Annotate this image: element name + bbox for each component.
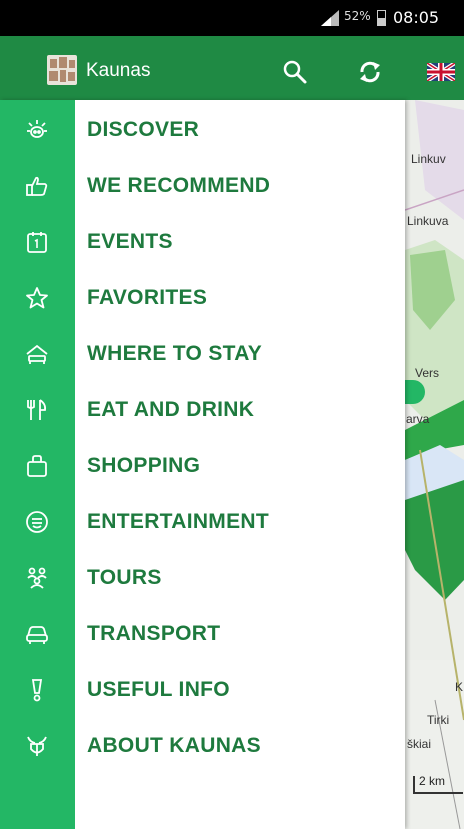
menu-item-discover[interactable]: DISCOVER	[0, 102, 405, 158]
coat-of-arms-icon	[22, 731, 52, 761]
menu-item-tours[interactable]: TOURS	[0, 550, 405, 606]
menu-label: SHOPPING	[87, 454, 201, 477]
thumbs-up-icon	[22, 171, 52, 201]
map-label: K	[455, 680, 464, 694]
menu-label: EVENTS	[87, 230, 173, 253]
menu-label: ENTERTAINMENT	[87, 510, 269, 533]
map-label: arva	[406, 412, 430, 426]
menu-label: TOURS	[87, 566, 162, 589]
battery-percentage: 52%	[344, 9, 371, 23]
menu-label: DISCOVER	[87, 118, 200, 141]
menu-label: FAVORITES	[87, 286, 208, 309]
map-label: Linkuv	[411, 152, 446, 166]
clock: 08:05	[393, 8, 440, 27]
info-icon	[22, 675, 52, 705]
map-label: Vers	[415, 366, 440, 380]
map-view[interactable]: Linkuv Linkuva Vers arva K Tirki škiai 2…	[405, 100, 464, 829]
map-scale-bar: 2 km	[413, 774, 463, 794]
menu-label: ABOUT KAUNAS	[87, 734, 261, 757]
sync-button[interactable]	[354, 56, 386, 88]
status-bar: 52% 08:05	[0, 0, 464, 36]
map-scale-label: 2 km	[419, 774, 446, 788]
shopping-bag-icon	[22, 451, 52, 481]
refresh-icon	[360, 61, 380, 83]
menu-item-transport[interactable]: TRANSPORT	[0, 606, 405, 662]
map-label: škiai	[407, 737, 432, 751]
map-label: Linkuva	[407, 214, 449, 228]
navigation-drawer: DISCOVER WE RECOMMEND EVENTS FAVORITES W…	[0, 100, 405, 829]
menu-item-about-kaunas[interactable]: ABOUT KAUNAS	[0, 718, 405, 774]
menu-item-shopping[interactable]: SHOPPING	[0, 438, 405, 494]
menu-label: USEFUL INFO	[87, 678, 230, 701]
discover-icon	[22, 115, 52, 145]
app-logo[interactable]	[47, 55, 77, 85]
menu-label: EAT AND DRINK	[87, 398, 255, 421]
bed-icon	[22, 339, 52, 369]
car-icon	[22, 619, 52, 649]
fork-knife-icon	[22, 395, 52, 425]
map-label: Tirki	[427, 713, 450, 727]
battery-icon	[377, 10, 386, 26]
menu-label: TRANSPORT	[87, 622, 221, 645]
smiley-icon	[22, 507, 52, 537]
menu-item-events[interactable]: EVENTS	[0, 214, 405, 270]
menu-item-eat-and-drink[interactable]: EAT AND DRINK	[0, 382, 405, 438]
signal-icon	[321, 10, 339, 26]
menu-item-useful-info[interactable]: USEFUL INFO	[0, 662, 405, 718]
people-icon	[22, 563, 52, 593]
search-button[interactable]	[279, 56, 311, 88]
search-icon	[283, 60, 307, 84]
calendar-icon	[22, 227, 52, 257]
star-icon	[22, 283, 52, 313]
language-flag-button[interactable]	[427, 63, 455, 81]
menu-label: WHERE TO STAY	[87, 342, 263, 365]
uk-flag-icon	[427, 63, 455, 81]
menu-label: WE RECOMMEND	[87, 174, 271, 197]
menu-item-where-to-stay[interactable]: WHERE TO STAY	[0, 326, 405, 382]
menu-item-we-recommend[interactable]: WE RECOMMEND	[0, 158, 405, 214]
menu-item-favorites[interactable]: FAVORITES	[0, 270, 405, 326]
menu-item-entertainment[interactable]: ENTERTAINMENT	[0, 494, 405, 550]
app-title: Kaunas	[86, 60, 151, 81]
